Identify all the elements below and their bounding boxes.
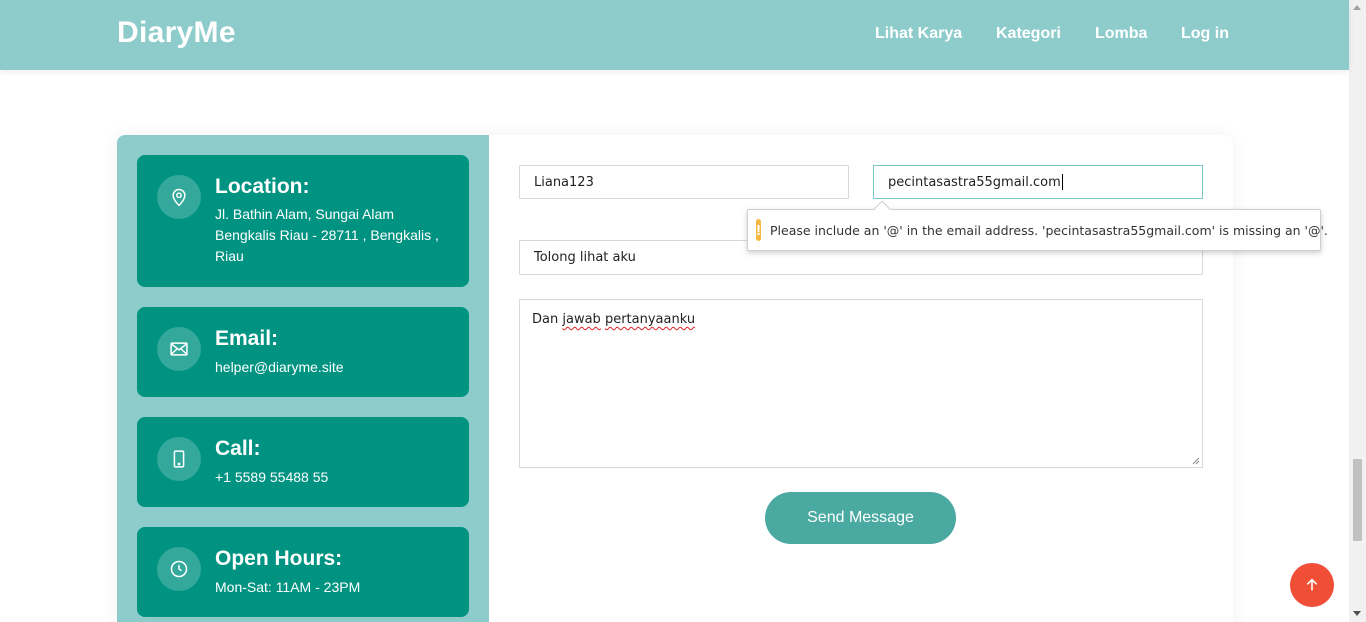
name-input[interactable]: Liana123 (519, 165, 849, 199)
back-to-top-button[interactable] (1290, 563, 1334, 607)
location-title: Location: (215, 175, 310, 198)
text-caret (1061, 174, 1063, 190)
open-hours-text: Mon-Sat: 11AM - 23PM (215, 579, 361, 595)
nav-kategori[interactable]: Kategori (996, 25, 1061, 43)
nav-log-in[interactable]: Log in (1181, 25, 1229, 43)
name-input-value: Liana123 (534, 174, 594, 190)
misspelled-word: jawab (562, 312, 601, 327)
scroll-up-arrow-icon[interactable] (1353, 5, 1361, 10)
email-card: Email: helper@diaryme.site (137, 307, 469, 397)
email-input-value: pecintasastra55gmail.com (888, 174, 1061, 190)
message-word: Dan (532, 312, 559, 327)
scroll-down-arrow-icon[interactable] (1353, 611, 1361, 616)
location-text: Jl. Bathin Alam, Sungai Alam Bengkalis R… (215, 206, 439, 264)
open-hours-card: Open Hours: Mon-Sat: 11AM - 23PM (137, 527, 469, 617)
call-text: +1 5589 55488 55 (215, 469, 329, 485)
subject-input-value: Tolong lihat aku (534, 250, 636, 265)
email-text: helper@diaryme.site (215, 359, 344, 375)
scrollbar-thumb[interactable] (1353, 459, 1362, 541)
phone-icon (157, 437, 201, 481)
nav-lomba[interactable]: Lomba (1095, 25, 1147, 43)
message-textarea[interactable]: Dan jawab pertanyaanku (519, 299, 1203, 468)
location-card: Location: Jl. Bathin Alam, Sungai Alam B… (137, 155, 469, 287)
site-header: DiaryMe Lihat Karya Kategori Lomba Log i… (0, 0, 1349, 70)
arrow-up-icon (1306, 578, 1318, 591)
call-title: Call: (215, 437, 261, 460)
validation-message: Please include an '@' in the email addre… (770, 222, 1328, 238)
call-card: Call: +1 5589 55488 55 (137, 417, 469, 507)
resize-grip-icon[interactable] (1191, 456, 1200, 465)
nav-lihat-karya[interactable]: Lihat Karya (875, 25, 962, 43)
main-nav: Lihat Karya Kategori Lomba Log in (0, 25, 1349, 45)
email-validation-tooltip: ! Please include an '@' in the email add… (747, 200, 1328, 251)
send-message-button[interactable]: Send Message (765, 492, 956, 544)
clock-icon (157, 547, 201, 591)
email-input[interactable]: pecintasastra55gmail.com (873, 165, 1203, 199)
email-title: Email: (215, 327, 279, 350)
map-pin-icon (157, 175, 201, 219)
envelope-icon (157, 327, 201, 371)
warning-icon: ! (756, 219, 761, 241)
page-scrollbar[interactable] (1349, 0, 1366, 622)
open-hours-title: Open Hours: (215, 547, 343, 570)
misspelled-word: pertanyaanku (604, 312, 696, 327)
